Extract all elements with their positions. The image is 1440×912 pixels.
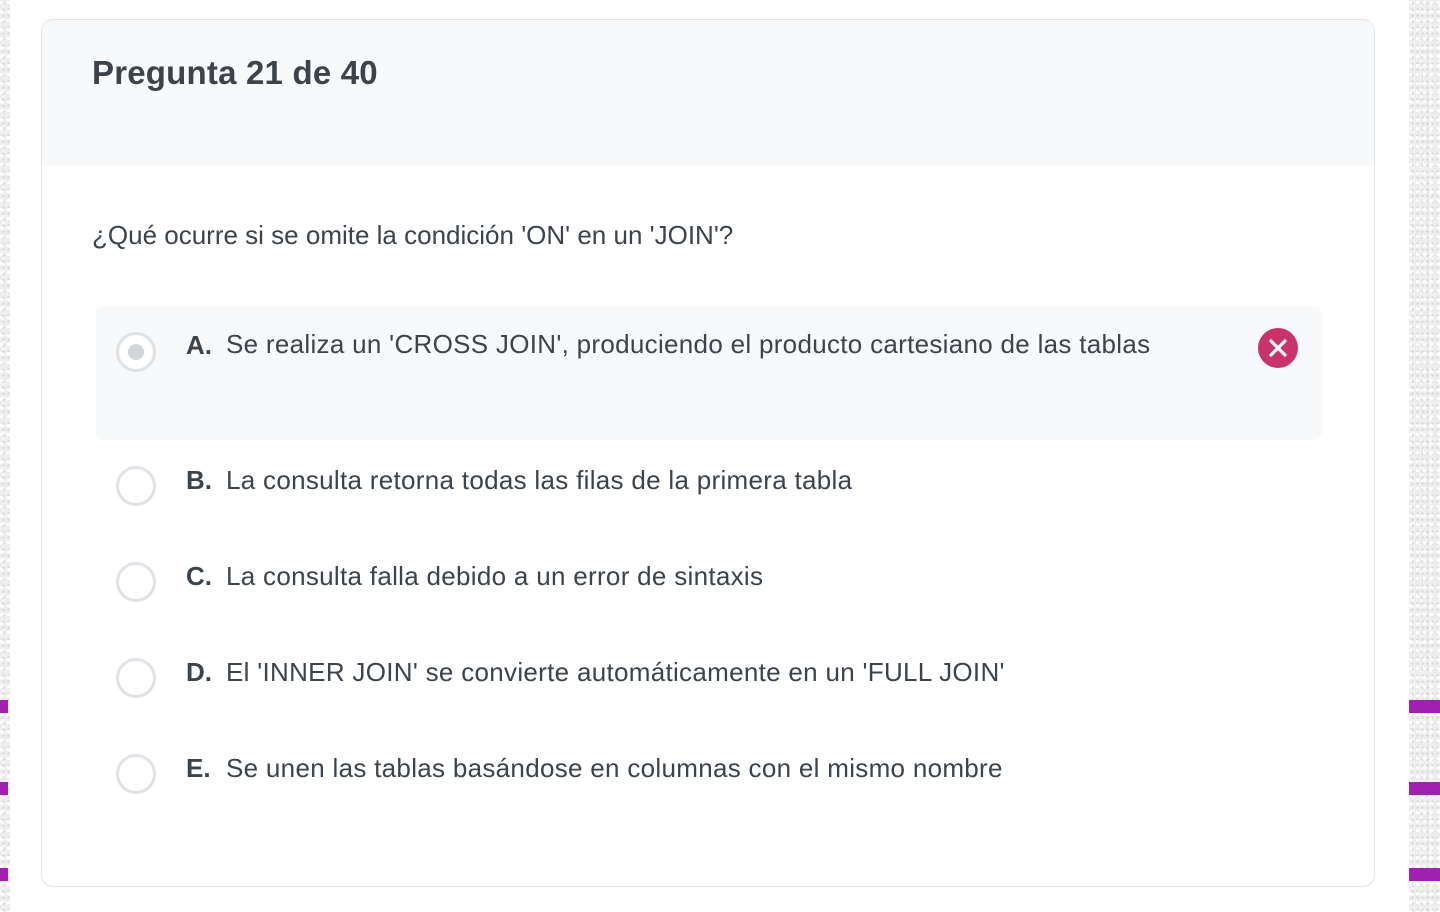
option-text: Se unen las tablas basándose en columnas… bbox=[226, 753, 1003, 783]
question-counter: Pregunta 21 de 40 bbox=[92, 54, 378, 91]
page-background-right bbox=[1409, 0, 1440, 912]
radio-button-c[interactable] bbox=[116, 562, 156, 602]
answer-option-d[interactable]: D. El 'INNER JOIN' se convierte automáti… bbox=[96, 642, 1322, 714]
accent-stripe bbox=[0, 868, 8, 881]
accent-stripe bbox=[1409, 868, 1440, 881]
answer-option-a[interactable]: A. Se realiza un 'CROSS JOIN', producien… bbox=[96, 306, 1322, 440]
answer-option-c[interactable]: C. La consulta falla debido a un error d… bbox=[96, 546, 1322, 618]
radio-button-b[interactable] bbox=[116, 466, 156, 506]
option-text: La consulta retorna todas las filas de l… bbox=[226, 465, 853, 495]
question-text: ¿Qué ocurre si se omite la condición 'ON… bbox=[92, 220, 734, 250]
radio-button-a[interactable] bbox=[116, 332, 156, 372]
accent-stripe bbox=[0, 782, 8, 795]
option-text: La consulta falla debido a un error de s… bbox=[226, 561, 764, 591]
radio-button-e[interactable] bbox=[116, 754, 156, 794]
option-letter: E. bbox=[186, 753, 211, 783]
accent-stripe bbox=[1409, 782, 1440, 795]
accent-stripe bbox=[1409, 700, 1440, 713]
close-circle-icon bbox=[1258, 328, 1298, 368]
radio-button-d[interactable] bbox=[116, 658, 156, 698]
question-card: Pregunta 21 de 40 ¿Qué ocurre si se omit… bbox=[41, 19, 1375, 887]
option-letter: C. bbox=[186, 561, 212, 591]
option-letter: B. bbox=[186, 465, 212, 495]
answer-option-b[interactable]: B. La consulta retorna todas las filas d… bbox=[96, 450, 1322, 522]
accent-stripe bbox=[0, 700, 8, 713]
answer-option-e[interactable]: E. Se unen las tablas basándose en colum… bbox=[96, 738, 1322, 810]
page-background-left bbox=[0, 0, 10, 912]
option-letter: D. bbox=[186, 657, 212, 687]
option-text: El 'INNER JOIN' se convierte automáticam… bbox=[226, 657, 1005, 687]
option-text: Se realiza un 'CROSS JOIN', produciendo … bbox=[226, 329, 1151, 359]
option-letter: A. bbox=[186, 330, 212, 360]
question-header: Pregunta 21 de 40 bbox=[42, 20, 1374, 166]
